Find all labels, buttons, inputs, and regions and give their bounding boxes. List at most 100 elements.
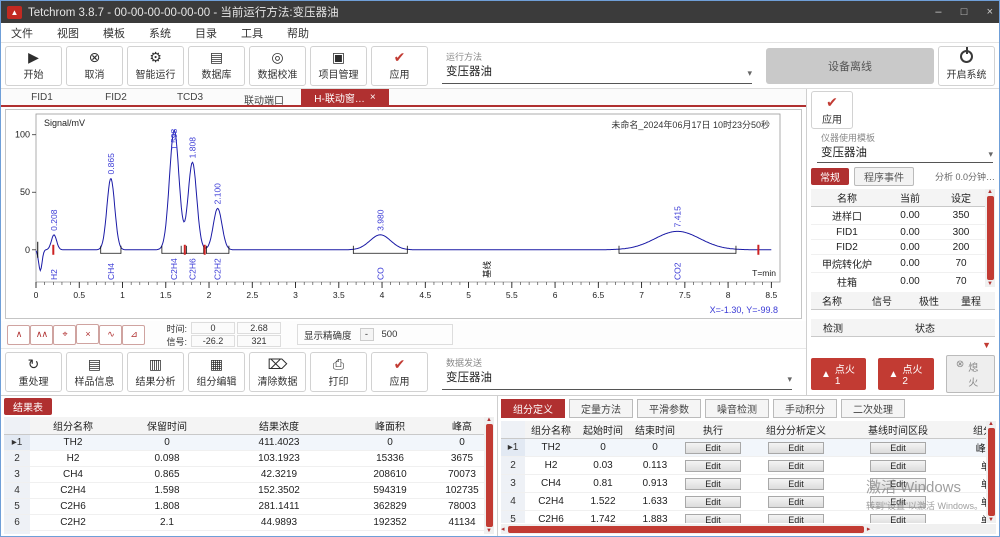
cell[interactable]: 42.3219: [218, 467, 340, 483]
cell[interactable]: C2H6: [525, 511, 577, 524]
scrollbar-thumb[interactable]: [508, 526, 864, 533]
edit-cell[interactable]: Edit: [681, 511, 745, 524]
tab-4[interactable]: 手动积分: [773, 399, 837, 418]
row-number[interactable]: 3: [501, 475, 525, 493]
cell[interactable]: 1.633: [629, 493, 681, 511]
row-number[interactable]: ▸1: [4, 435, 30, 451]
cell[interactable]: 0.00: [883, 273, 937, 288]
edit-button[interactable]: Edit: [685, 514, 741, 524]
table-row[interactable]: 4C2H41.5221.633EditEditEdit单峰▾▾: [501, 493, 986, 511]
ignite1-button[interactable]: ▲点火1: [811, 358, 866, 390]
run-method-combo[interactable]: 运行方法 变压器油 ▾: [442, 48, 752, 84]
table-row[interactable]: 3CH40.810.913EditEditEdit单峰▾▾: [501, 475, 986, 493]
data-calibration-button[interactable]: ◎数据校准: [249, 46, 306, 86]
detector-tab-active[interactable]: H-联动窗…×: [301, 89, 389, 105]
cell[interactable]: C2H2: [30, 515, 116, 531]
cell[interactable]: TH2: [525, 439, 577, 457]
edit-cell[interactable]: Edit: [745, 511, 847, 524]
cell[interactable]: 70: [937, 255, 985, 273]
edit-cell[interactable]: Edit: [847, 511, 949, 524]
cell[interactable]: 208610: [340, 467, 440, 483]
edit-cell[interactable]: Edit: [847, 493, 949, 511]
device-offline-button[interactable]: 设备离线: [766, 48, 934, 84]
edit-button[interactable]: Edit: [870, 460, 926, 472]
cell[interactable]: 300: [937, 225, 985, 240]
menu-item-6[interactable]: 帮助: [287, 25, 309, 41]
peak-start-icon[interactable]: ∧: [7, 325, 30, 345]
table-row[interactable]: FID10.000uV正▾高▾: [811, 310, 995, 314]
cell[interactable]: 进样口: [811, 207, 883, 225]
cell[interactable]: 0.913: [629, 475, 681, 493]
cell[interactable]: 1.883: [629, 511, 681, 524]
cell[interactable]: 200: [937, 240, 985, 255]
edit-cell[interactable]: Edit: [847, 475, 949, 493]
edit-button[interactable]: Edit: [768, 460, 824, 472]
scrollbar-thumb[interactable]: [486, 424, 493, 527]
table-row[interactable]: FID10.00300: [811, 225, 985, 240]
close-icon[interactable]: ×: [370, 92, 376, 103]
table-row[interactable]: 柱箱0.0070: [811, 273, 985, 288]
sample-info-button[interactable]: ▤样品信息: [66, 352, 123, 392]
cell[interactable]: 0.00: [883, 255, 937, 273]
chevron-down-icon[interactable]: ▾: [988, 149, 993, 160]
menu-item-3[interactable]: 系统: [149, 25, 171, 41]
results-scrollbar[interactable]: ▲▼: [484, 417, 494, 534]
edit-button[interactable]: Edit: [685, 478, 741, 490]
cell[interactable]: 78003: [440, 499, 484, 515]
cell[interactable]: 192352: [340, 515, 440, 531]
scrollbar-thumb[interactable]: [988, 428, 995, 516]
cell[interactable]: 594319: [340, 483, 440, 499]
cell[interactable]: 3675: [440, 451, 484, 467]
table-row[interactable]: 2H20.030.113EditEditEdit单峰▾▾: [501, 457, 986, 475]
row-number[interactable]: 2: [501, 457, 525, 475]
cell[interactable]: 0: [340, 435, 440, 451]
edit-button[interactable]: Edit: [685, 496, 741, 508]
cell[interactable]: 0.000uV: [853, 310, 911, 314]
instrument-apply-button[interactable]: ✔ 应用: [811, 91, 853, 129]
chevron-down-icon[interactable]: ▾: [747, 68, 752, 79]
reprocess-button[interactable]: ↻重处理: [5, 352, 62, 392]
cell[interactable]: 350: [937, 207, 985, 225]
scrollbar-thumb[interactable]: [987, 196, 994, 280]
cell[interactable]: 3.958: [116, 531, 218, 535]
scroll-up-icon[interactable]: ▲: [988, 421, 994, 427]
edit-button[interactable]: Edit: [768, 496, 824, 508]
edit-button[interactable]: Edit: [768, 478, 824, 490]
dropdown-caret-icon[interactable]: ▾: [940, 312, 945, 314]
cell[interactable]: 102735: [440, 483, 484, 499]
table-row[interactable]: FID20.00200: [811, 240, 985, 255]
apply-button[interactable]: ✔ 应用: [371, 46, 428, 86]
tab-3[interactable]: 噪音检测: [705, 399, 769, 418]
cell[interactable]: 362829: [340, 499, 440, 515]
component-hscrollbar[interactable]: ◂▸: [501, 524, 996, 534]
row-number[interactable]: 5: [4, 499, 30, 515]
slope-tool-icon[interactable]: ⊿: [122, 325, 145, 345]
menu-item-2[interactable]: 模板: [103, 25, 125, 41]
cell[interactable]: 0.00: [883, 240, 937, 255]
edit-button[interactable]: Edit: [870, 496, 926, 508]
ignite2-button[interactable]: ▲点火2: [878, 358, 933, 390]
menu-item-0[interactable]: 文件: [11, 25, 33, 41]
temperature-scrollbar[interactable]: ▲▼: [985, 189, 995, 287]
cell[interactable]: 0: [440, 435, 484, 451]
cell[interactable]: 103.1923: [218, 451, 340, 467]
cell[interactable]: 0: [629, 439, 681, 457]
table-row[interactable]: 2H20.098103.1923153363675: [4, 451, 484, 467]
results-tab[interactable]: 结果表: [4, 398, 52, 415]
edit-button[interactable]: Edit: [870, 442, 926, 454]
cell[interactable]: 单峰▾: [949, 493, 986, 511]
row-number[interactable]: 5: [501, 511, 525, 524]
scroll-down-icon[interactable]: ▼: [987, 281, 993, 287]
dropdown-caret-icon[interactable]: ▾: [988, 312, 993, 314]
component-edit-button[interactable]: ▦组分编辑: [188, 352, 245, 392]
detector-tab-FID2[interactable]: FID2: [79, 89, 153, 105]
cell[interactable]: 0.098: [116, 451, 218, 467]
edit-cell[interactable]: Edit: [681, 475, 745, 493]
scroll-down-icon[interactable]: ▼: [486, 528, 492, 534]
cell[interactable]: C2H4: [525, 493, 577, 511]
cell[interactable]: 单峰▾: [949, 475, 986, 493]
table-row[interactable]: 4C2H41.598152.3502594319102735: [4, 483, 484, 499]
cell[interactable]: 0.113: [629, 457, 681, 475]
cell[interactable]: 单峰▾: [949, 511, 986, 524]
clear-data-button[interactable]: ⌦清除数据: [249, 352, 306, 392]
